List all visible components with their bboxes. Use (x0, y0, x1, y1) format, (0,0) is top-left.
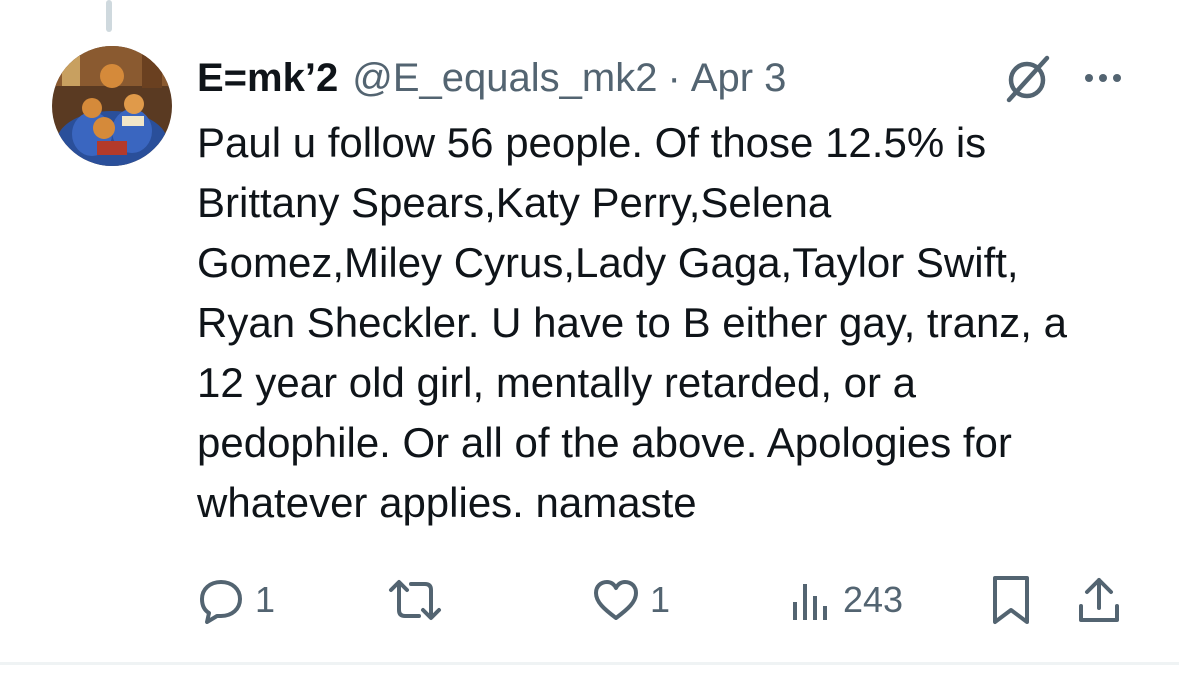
more-icon[interactable] (1083, 72, 1123, 84)
repost-icon (389, 580, 441, 620)
tweet-text-line: Ryan Sheckler. U have to B either gay, t… (197, 299, 1068, 346)
thread-connector-line (106, 0, 112, 32)
share-icon (1079, 578, 1119, 622)
repost-button[interactable] (387, 572, 453, 628)
tweet-text-line: Paul u follow 56 people. Of those 12.5% … (197, 119, 987, 166)
reply-icon (200, 580, 242, 624)
avatar-image (52, 46, 172, 166)
views-count: 243 (843, 579, 904, 620)
views-icon (793, 584, 827, 620)
views-button[interactable]: 243 (789, 572, 903, 628)
grok-icon[interactable] (999, 50, 1055, 106)
tweet-divider (0, 662, 1179, 665)
like-button[interactable]: 1 (592, 572, 670, 628)
user-handle[interactable]: @E_equals_mk2 (352, 56, 657, 101)
bookmark-icon (993, 576, 1029, 624)
tweet-header: E=mk’2 @E_equals_mk2 · Apr 3 (197, 48, 786, 108)
tweet-text-line: Gomez,Miley Cyrus,Lady Gaga,Taylor Swift… (197, 239, 1019, 286)
action-bar: 1 1 243 (197, 572, 1127, 628)
separator-dot: · (667, 55, 681, 100)
like-icon (594, 580, 638, 620)
bookmark-button[interactable] (989, 572, 1033, 628)
tweet-text-line: 12 year old girl, mentally retarded, or … (197, 359, 917, 406)
tweet-text-line: Brittany Spears,Katy Perry,Selena (197, 179, 832, 226)
tweet-date[interactable]: Apr 3 (691, 56, 787, 101)
tweet-text-line: pedophile. Or all of the above. Apologie… (197, 419, 1012, 466)
reply-button[interactable]: 1 (197, 572, 275, 628)
avatar[interactable] (52, 46, 172, 166)
share-button[interactable] (1075, 572, 1123, 628)
tweet-text: Paul u follow 56 people. Of those 12.5% … (197, 113, 1147, 533)
header-actions (999, 50, 1123, 106)
tweet-text-line: whatever applies. namaste (197, 479, 697, 526)
reply-count: 1 (255, 579, 276, 620)
display-name[interactable]: E=mk’2 (197, 56, 338, 101)
like-count: 1 (650, 579, 671, 620)
